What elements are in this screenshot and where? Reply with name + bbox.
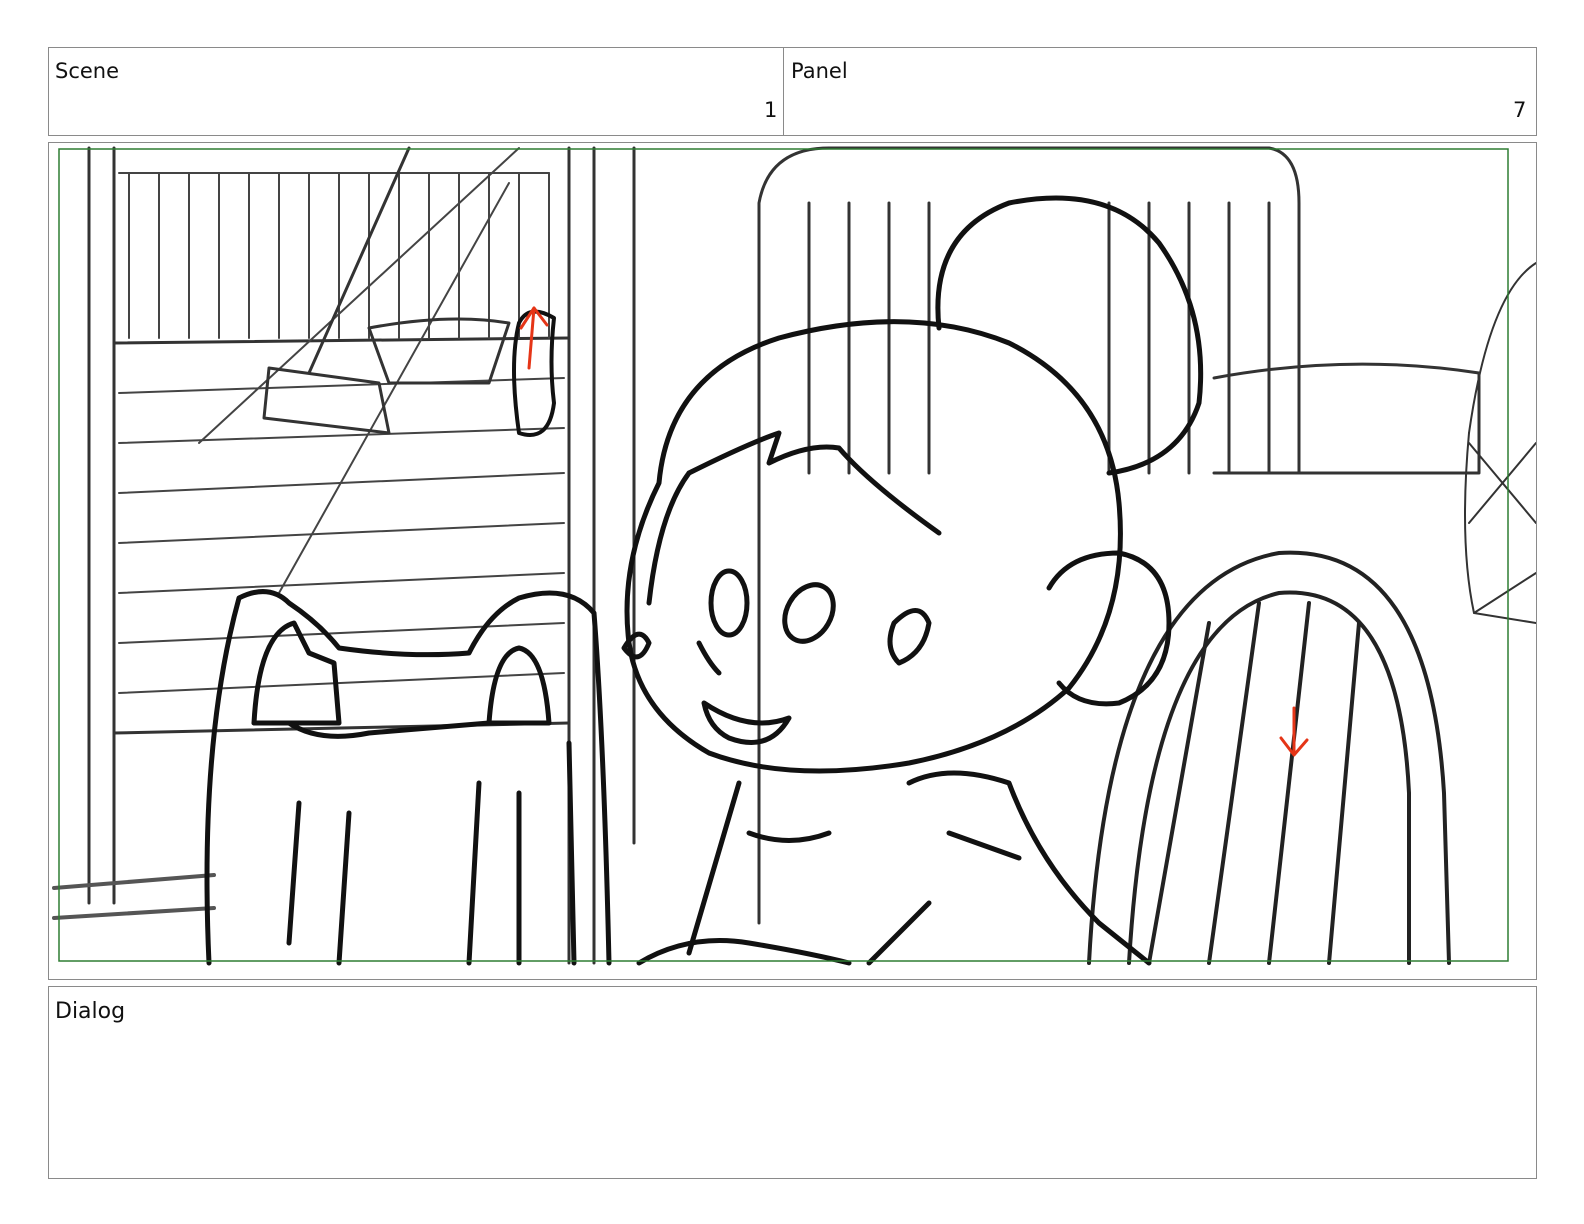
paper-bag — [204, 589, 612, 966]
header-table: Scene 1 Panel 7 — [48, 47, 1537, 136]
scene-number: 1 — [764, 98, 778, 122]
panel-number: 7 — [1513, 98, 1527, 122]
header-divider — [783, 48, 784, 135]
chair-back-front — [1087, 550, 1451, 965]
background-door — [87, 146, 636, 965]
hanging-basket — [1464, 262, 1536, 624]
table-edge — [52, 873, 216, 920]
girl-character — [621, 195, 1204, 966]
storyboard-frame — [48, 142, 1537, 980]
dialog-box: Dialog — [48, 986, 1537, 1179]
dialog-label: Dialog — [55, 999, 126, 1024]
scene-label: Scene — [55, 59, 120, 83]
panel-label: Panel — [791, 59, 848, 83]
panel-sketch — [52, 146, 1536, 966]
